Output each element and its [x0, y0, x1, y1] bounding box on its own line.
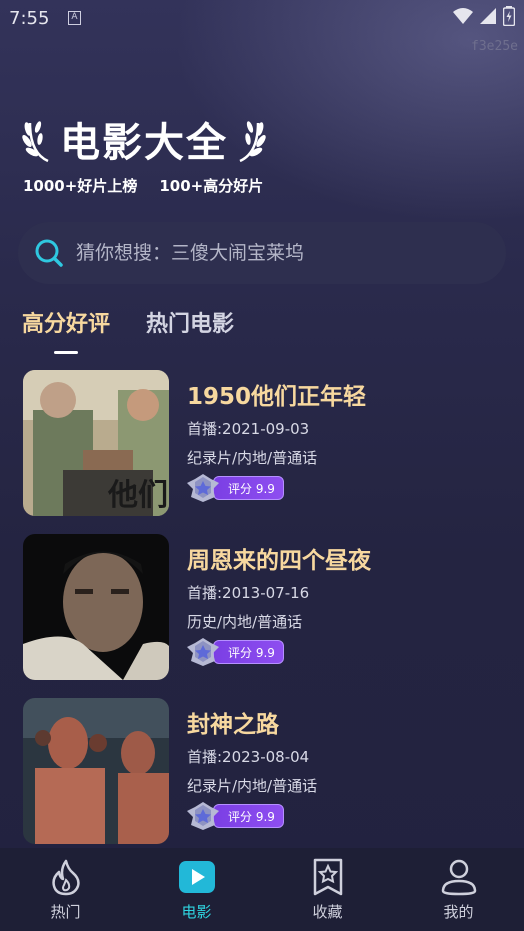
laurel-left-icon [22, 121, 49, 163]
flame-icon [51, 859, 80, 896]
movie-premiere-date: 首播:2013-07-16 [187, 584, 310, 602]
hero-stat-high-score: 100+高分好片 [159, 177, 264, 195]
tab-bar: 高分好评 热门电影 [22, 306, 234, 338]
nav-label: 我的 [443, 903, 474, 921]
bookmark-star-icon [313, 858, 342, 896]
search-icon [35, 239, 63, 267]
movie-poster[interactable] [23, 698, 169, 844]
status-bar: 7:55 A [0, 0, 524, 36]
nav-label: 热门 [50, 903, 81, 921]
play-icon [178, 861, 215, 893]
battery-icon [503, 6, 515, 26]
rating-badge: 评分 9.9 [185, 474, 284, 502]
movie-premiere-date: 首播:2023-08-04 [187, 748, 310, 766]
wifi-icon [453, 8, 473, 24]
build-tag: f3e25e [471, 39, 518, 54]
nav-label: 电影 [181, 903, 212, 921]
movie-poster[interactable]: 他们 [23, 370, 169, 516]
nav-item-movies[interactable]: 电影 [131, 848, 262, 931]
rating-badge: 评分 9.9 [185, 802, 284, 830]
movie-title: 封神之路 [187, 712, 279, 738]
rating-score: 评分 9.9 [213, 476, 284, 500]
status-icons [453, 6, 515, 26]
svg-text:他们: 他们 [107, 478, 168, 513]
search-input[interactable] [76, 242, 476, 264]
status-time: 7:55 [9, 8, 50, 29]
nav-item-profile[interactable]: 我的 [393, 848, 524, 931]
movie-card[interactable]: 封神之路 首播:2023-08-04 纪录片/内地/普通话 评分 9.9 [23, 698, 503, 844]
page-title: 电影大全 [60, 120, 228, 166]
rank-emblem-icon [187, 638, 219, 666]
laurel-right-icon [239, 121, 266, 163]
nav-label: 收藏 [312, 903, 343, 921]
tab-high-rated[interactable]: 高分好评 [22, 306, 110, 338]
notification-icon: A [68, 11, 81, 25]
nav-item-favorites[interactable]: 收藏 [262, 848, 393, 931]
user-icon [441, 859, 476, 896]
movie-card[interactable]: 他们 1950他们正年轻 首播:2021-09-03 纪录片/内地/普通话 评分… [23, 370, 503, 516]
bottom-nav: 热门 电影 收藏 我的 [0, 848, 524, 931]
movie-premiere-date: 首播:2021-09-03 [187, 420, 310, 438]
search-bar[interactable] [18, 222, 506, 284]
movie-title: 周恩来的四个昼夜 [187, 548, 371, 574]
rating-badge: 评分 9.9 [185, 638, 284, 666]
movie-title: 1950他们正年轻 [187, 384, 367, 410]
movie-genre: 纪录片/内地/普通话 [187, 449, 318, 467]
rank-emblem-icon [187, 474, 219, 502]
tab-hot-movies[interactable]: 热门电影 [146, 306, 234, 338]
hero-stat-ranked: 1000+好片上榜 [23, 177, 138, 195]
nav-item-hot[interactable]: 热门 [0, 848, 131, 931]
rating-score: 评分 9.9 [213, 640, 284, 664]
tab-indicator [54, 351, 78, 354]
hero-stats: 1000+好片上榜 100+高分好片 [23, 175, 263, 196]
rank-emblem-icon [187, 802, 219, 830]
movie-card[interactable]: 周恩来的四个昼夜 首播:2013-07-16 历史/内地/普通话 评分 9.9 [23, 534, 503, 680]
hero-title-group: 电影大全 [22, 110, 266, 168]
rating-score: 评分 9.9 [213, 804, 284, 828]
movie-genre: 历史/内地/普通话 [187, 613, 303, 631]
movie-genre: 纪录片/内地/普通话 [187, 777, 318, 795]
movie-poster[interactable] [23, 534, 169, 680]
signal-icon [480, 8, 496, 24]
